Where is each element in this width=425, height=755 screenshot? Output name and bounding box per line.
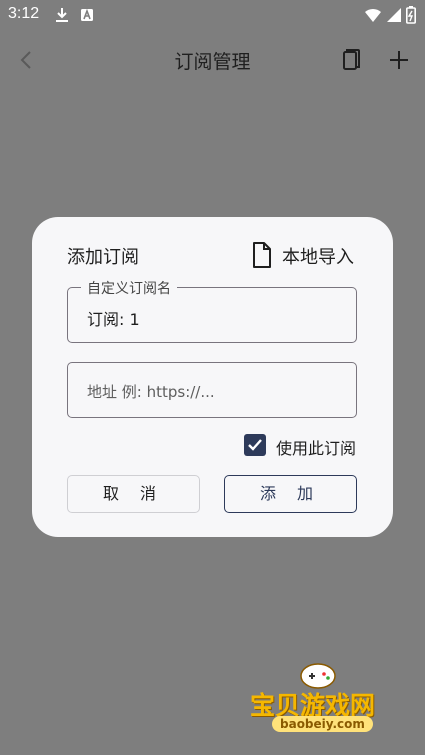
subscription-name-field[interactable]: 自定义订阅名 订阅: 1 xyxy=(67,278,357,343)
subscription-url-field[interactable]: 地址 例: https://... xyxy=(67,362,357,418)
dialog-title: 添加订阅 xyxy=(67,247,139,268)
battery-icon xyxy=(406,6,416,24)
add-button[interactable]: 添 加 xyxy=(224,475,357,513)
subscription-name-value: 订阅: 1 xyxy=(87,310,140,329)
watermark: 宝贝游戏网 baobeiy.com xyxy=(248,660,398,745)
cancel-button[interactable]: 取 消 xyxy=(67,475,200,513)
local-import-label: 本地导入 xyxy=(282,247,354,268)
status-bar: 3:12 xyxy=(0,0,425,30)
signal-icon xyxy=(387,8,401,22)
add-icon[interactable] xyxy=(386,47,412,73)
app-bar: 订阅管理 xyxy=(0,30,425,90)
file-icon xyxy=(253,242,271,268)
wifi-icon xyxy=(365,8,381,22)
subscription-name-label: 自定义订阅名 xyxy=(81,278,177,298)
watermark-url: baobeiy.com xyxy=(272,716,373,732)
copy-icon[interactable] xyxy=(338,47,364,73)
download-icon xyxy=(56,8,68,22)
use-subscription-checkbox[interactable] xyxy=(244,434,266,456)
use-subscription-toggle[interactable]: 使用此订阅 xyxy=(244,433,364,459)
checkmark-icon xyxy=(248,439,262,451)
local-import-button[interactable]: 本地导入 xyxy=(250,239,362,271)
status-time: 3:12 xyxy=(8,5,40,22)
notification-a-icon xyxy=(81,8,93,21)
use-subscription-label: 使用此订阅 xyxy=(276,439,357,458)
add-subscription-dialog: 添加订阅 本地导入 自定义订阅名 订阅: 1 地址 例: https://...… xyxy=(32,217,393,537)
subscription-url-placeholder: 地址 例: https://... xyxy=(87,383,215,401)
